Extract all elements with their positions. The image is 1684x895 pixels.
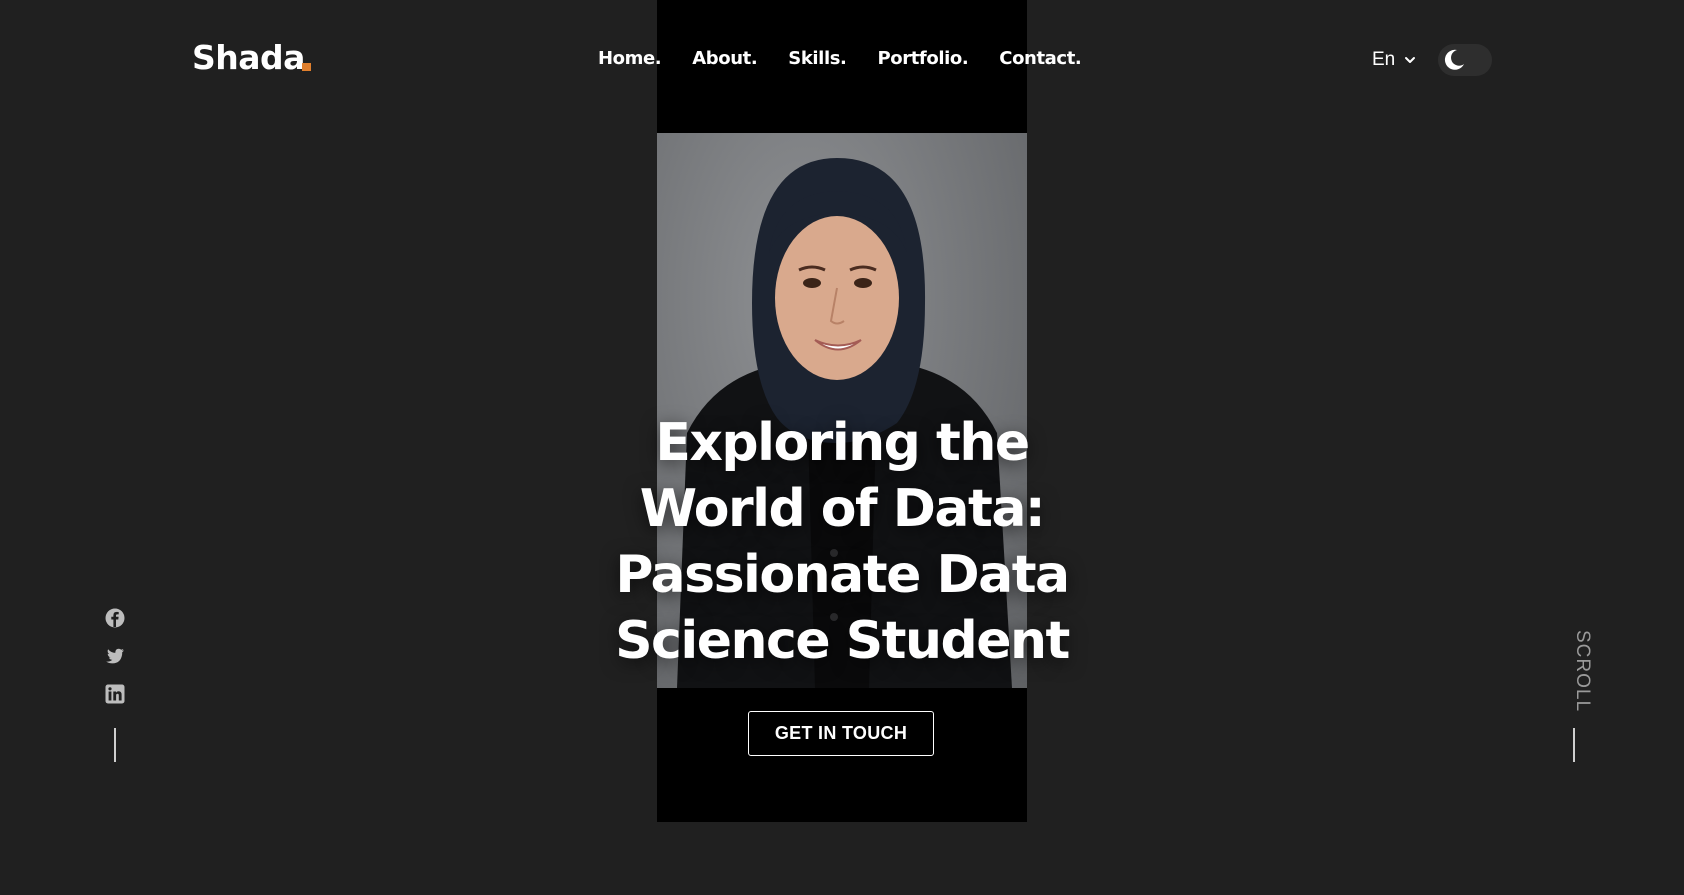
twitter-icon[interactable] (105, 646, 125, 666)
hero-title-line-3: Passionate Data (615, 545, 1070, 605)
logo-accent-dot (302, 63, 311, 71)
nav-home[interactable]: Home. (598, 48, 662, 69)
facebook-icon[interactable] (105, 608, 125, 628)
theme-toggle[interactable] (1438, 44, 1492, 76)
moon-icon (1444, 49, 1464, 70)
hero-title-line-2: World of Data: (639, 479, 1046, 539)
logo[interactable]: Shada (192, 38, 305, 77)
social-divider-line (114, 728, 116, 762)
get-in-touch-button[interactable]: GET IN TOUCH (748, 711, 934, 756)
language-select[interactable]: En (1372, 49, 1417, 71)
nav-contact[interactable]: Contact. (999, 48, 1081, 69)
chevron-down-icon (1405, 57, 1416, 63)
hero-title: Exploring the World of Data: Passionate … (592, 410, 1092, 674)
nav-portfolio[interactable]: Portfolio. (877, 48, 968, 69)
social-links (105, 608, 127, 722)
nav-about[interactable]: About. (692, 48, 757, 69)
scroll-label[interactable]: SCROLL (1553, 630, 1593, 712)
hero-title-line-4: Science Student (615, 611, 1070, 671)
language-value: En (1372, 49, 1396, 70)
linkedin-icon[interactable] (105, 684, 125, 704)
hero-title-line-1: Exploring the (655, 413, 1030, 473)
nav-skills[interactable]: Skills. (788, 48, 847, 69)
page: Shada Home. About. Skills. Portfolio. Co… (0, 0, 1684, 895)
scroll-indicator-line (1573, 728, 1575, 762)
main-nav: Home. About. Skills. Portfolio. Contact. (598, 48, 1112, 69)
